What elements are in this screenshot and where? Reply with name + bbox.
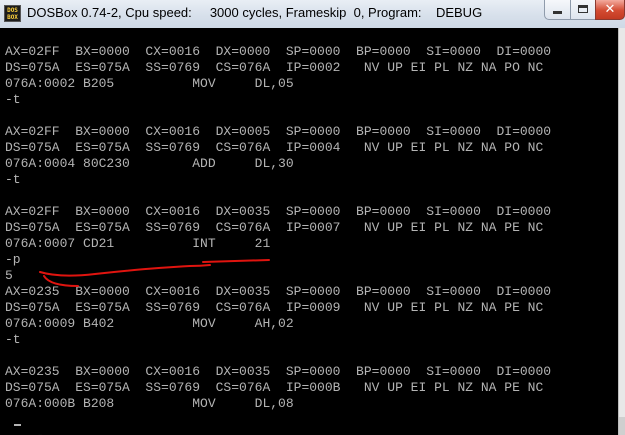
scrollbar-thumb[interactable] [619, 417, 625, 435]
maximize-button[interactable] [570, 0, 596, 20]
close-icon: ✕ [604, 2, 616, 17]
console-line: DS=075A ES=075A SS=0769 CS=076A IP=0002 … [5, 60, 544, 75]
console-line: 076A:0002 B205 MOV DL,05 [5, 76, 294, 91]
console-line: -t [5, 92, 21, 107]
console-line: 076A:0009 B402 MOV AH,02 [5, 316, 294, 331]
console-line: AX=02FF BX=0000 CX=0016 DX=0005 SP=0000 … [5, 124, 552, 139]
window-title: DOSBox 0.74-2, Cpu speed: 3000 cycles, F… [27, 5, 483, 20]
console-line: 5 [5, 268, 13, 283]
console-line: 076A:0007 CD21 INT 21 [5, 236, 271, 251]
console-line: DS=075A ES=075A SS=0769 CS=076A IP=000B … [5, 380, 544, 395]
console-line: DS=075A ES=075A SS=0769 CS=076A IP=0007 … [5, 220, 544, 235]
console-line: AX=0235 BX=0000 CX=0016 DX=0035 SP=0000 … [5, 364, 552, 379]
console-line: 076A:000B B208 MOV DL,08 [5, 396, 294, 411]
maximize-icon [578, 5, 588, 13]
prompt-line[interactable]: - [5, 412, 618, 435]
text-cursor [14, 424, 21, 426]
dosbox-icon[interactable]: DOS BOX [4, 5, 21, 22]
console-line: 076A:0004 80C230 ADD DL,30 [5, 156, 294, 171]
minimize-icon [553, 11, 562, 14]
vertical-scrollbar[interactable] [618, 28, 625, 435]
dos-console[interactable]: AX=02FF BX=0000 CX=0016 DX=0000 SP=0000 … [0, 28, 618, 435]
console-line: -t [5, 172, 21, 187]
console-line: AX=02FF BX=0000 CX=0016 DX=0000 SP=0000 … [5, 44, 552, 59]
minimize-button[interactable] [544, 0, 571, 20]
title-bar[interactable]: DOS BOX DOSBox 0.74-2, Cpu speed: 3000 c… [0, 0, 625, 29]
console-line: DS=075A ES=075A SS=0769 CS=076A IP=0009 … [5, 300, 544, 315]
prompt: - [36, 428, 44, 435]
console-line: AX=02FF BX=0000 CX=0016 DX=0035 SP=0000 … [5, 204, 552, 219]
console-line: -t [5, 332, 21, 347]
console-line: -p [5, 252, 21, 267]
console-line: DS=075A ES=075A SS=0769 CS=076A IP=0004 … [5, 140, 544, 155]
close-button[interactable]: ✕ [595, 0, 625, 20]
console-line: AX=0235 BX=0000 CX=0016 DX=0035 SP=0000 … [5, 284, 552, 299]
